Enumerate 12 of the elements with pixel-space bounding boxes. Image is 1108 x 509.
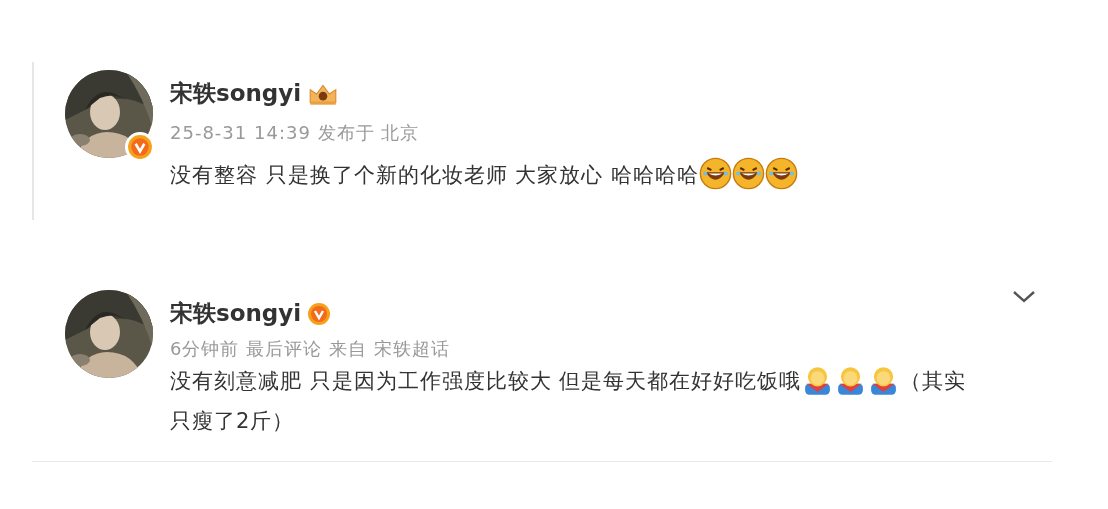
post-text: 没有刻意减肥 只是因为工作强度比较大 但是每天都在好好吃饭哦 — [170, 368, 802, 395]
chevron-down-icon[interactable] — [1012, 290, 1036, 304]
post-meta: 6分钟前 最后评论 来自 宋轶超话 — [170, 337, 450, 361]
laughing-face-icon — [732, 157, 766, 190]
post-text: 只瘦了2斤） — [170, 408, 295, 435]
username[interactable]: 宋轶songyi — [170, 298, 302, 329]
username[interactable]: 宋轶songyi — [170, 78, 302, 109]
post-text: （其实 — [900, 368, 967, 395]
post-meta: 25-8-31 14:39 发布于 北京 — [170, 121, 420, 145]
laughing-face-icon — [765, 157, 799, 190]
laughing-face-icon — [699, 157, 733, 190]
post-text: 没有整容 只是换了个新的化妆老师 大家放心 哈哈哈哈 — [170, 162, 700, 189]
